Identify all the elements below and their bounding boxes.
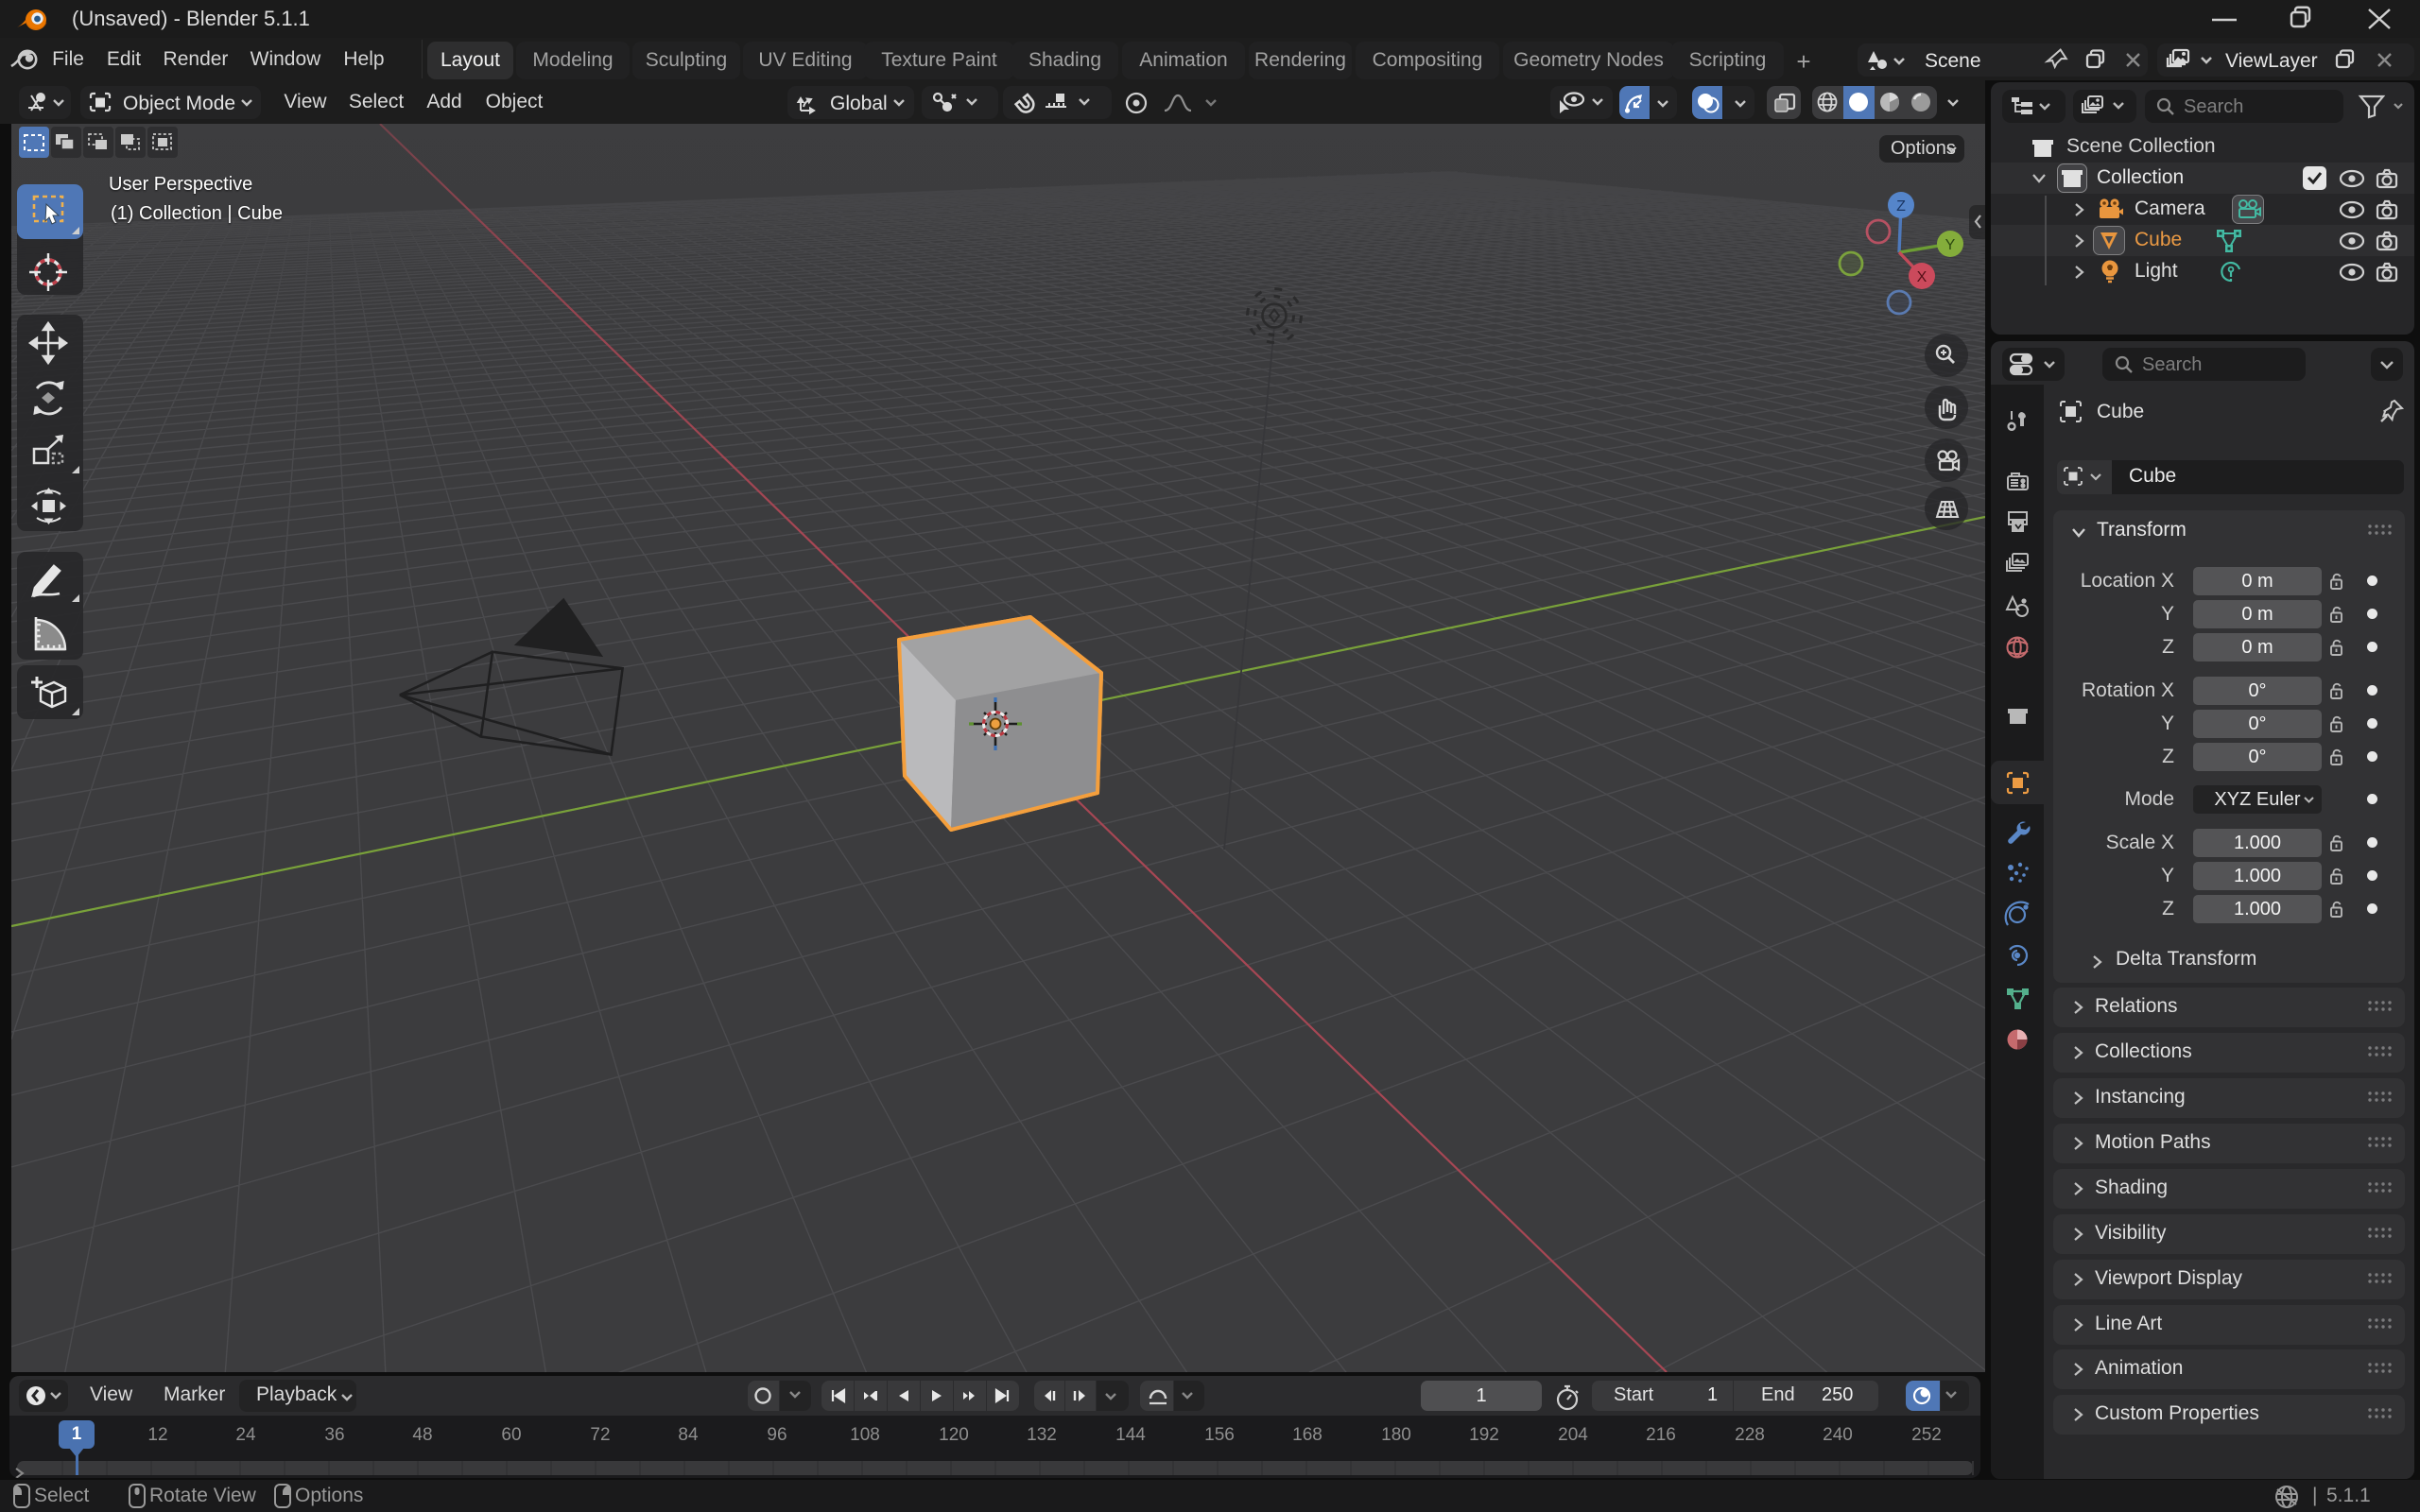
- svg-text:Z: Z: [1896, 198, 1906, 215]
- svg-text:X: X: [1917, 269, 1927, 285]
- svg-text:Y: Y: [1945, 237, 1956, 253]
